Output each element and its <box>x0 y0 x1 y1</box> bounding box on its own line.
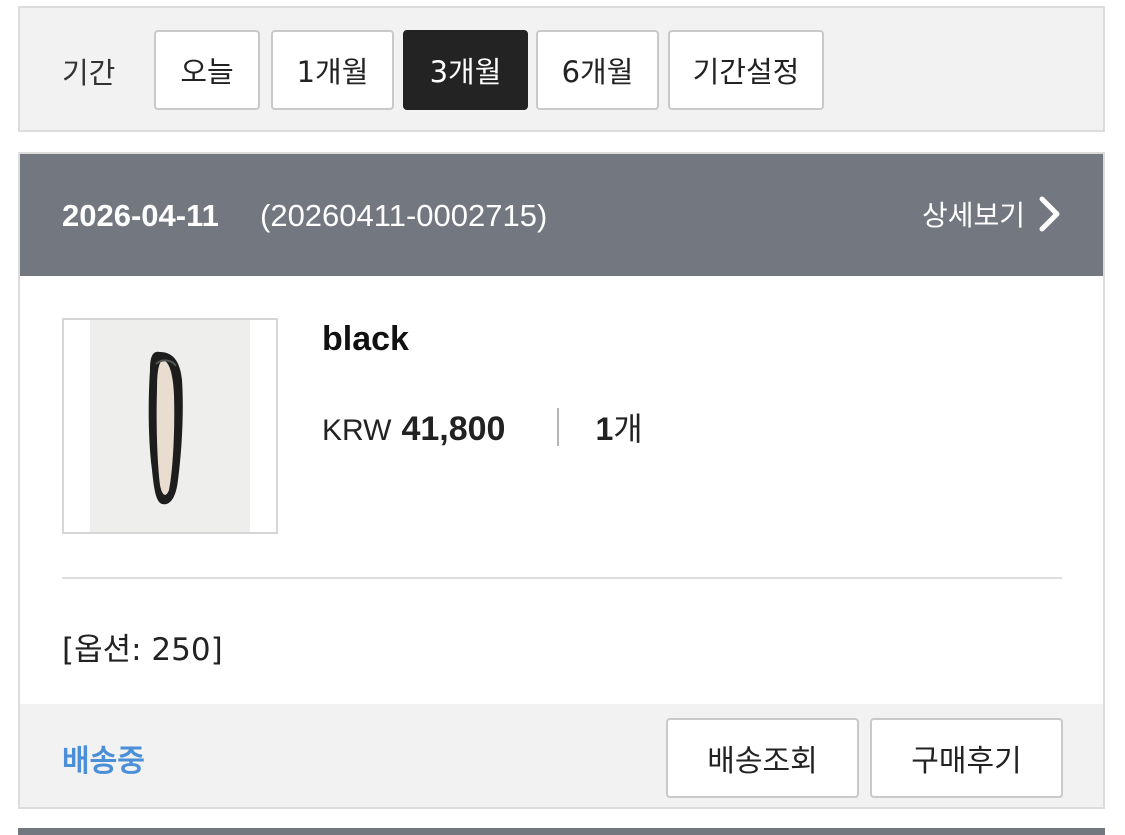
period-3months-button[interactable]: 3개월 <box>403 30 528 110</box>
period-custom-button[interactable]: 기간설정 <box>668 30 824 110</box>
order-number: (20260411-0002715) <box>260 198 548 233</box>
section-divider <box>62 577 1062 579</box>
track-delivery-button[interactable]: 배송조회 <box>666 718 859 798</box>
product-thumbnail[interactable] <box>62 318 278 534</box>
period-6months-button[interactable]: 6개월 <box>536 30 659 110</box>
delivery-status: 배송중 <box>62 744 145 779</box>
product-quantity: 1개 <box>595 404 642 450</box>
product-price: 41,800 <box>401 410 506 448</box>
order-header: 2026-04-11 (20260411-0002715) 상세보기 <box>20 154 1103 276</box>
order-footer: 배송중 배송조회 구매후기 <box>20 704 1103 807</box>
quantity-unit: 개 <box>613 410 643 448</box>
price-currency: KRW <box>322 414 392 447</box>
period-filter-bar: 기간 오늘 1개월 3개월 6개월 기간설정 <box>18 6 1105 132</box>
product-name[interactable]: black <box>322 320 409 359</box>
chevron-right-icon <box>1039 196 1060 232</box>
write-review-button[interactable]: 구매후기 <box>870 718 1063 798</box>
order-card: 2026-04-11 (20260411-0002715) 상세보기 black… <box>18 152 1105 809</box>
order-date: 2026-04-11 <box>62 198 219 233</box>
period-1month-button[interactable]: 1개월 <box>271 30 394 110</box>
ballet-flat-image <box>90 320 250 532</box>
order-detail-link[interactable]: 상세보기 <box>922 194 1063 234</box>
quantity-number: 1 <box>595 411 614 447</box>
order-detail-label: 상세보기 <box>921 199 1025 232</box>
price-row: KRW 41,800 1개 <box>322 404 643 450</box>
product-image <box>90 320 250 532</box>
product-option: [옵션: 250] <box>62 632 223 668</box>
period-today-button[interactable]: 오늘 <box>154 30 260 110</box>
period-label: 기간 <box>62 56 116 90</box>
next-order-card-header <box>18 828 1105 835</box>
price-quantity-divider <box>557 408 560 446</box>
